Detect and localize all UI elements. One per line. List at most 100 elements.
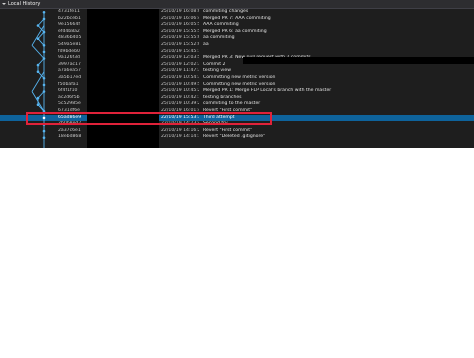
commit-node [36,70,40,73]
commit-node [42,57,46,60]
commit-message: Committing new metric version [203,74,276,80]
commit-hash: efd4b8a2 [58,28,80,34]
commit-node [42,83,46,87]
commit-date: 22/10/19 14:16:26 [161,127,199,133]
commit-list: 4731fe11 25/10/19 16:08:07 commiting chang… [0,9,474,141]
redacted-region [243,57,474,64]
commit-message: Revert "Deleted .gitignore" [203,134,266,140]
commit-node [42,30,46,34]
commit-node [42,116,46,120]
commit-message: testing branches [203,94,242,100]
commit-message: Revert "First commit" [203,127,253,133]
commit-message: Third attempt [203,114,235,120]
commit-message: Merged PR 6: aa commiting [203,28,267,34]
commit-node [42,50,46,54]
commit-node [42,11,46,14]
graph-branch-edge [37,18,45,26]
commit-row[interactable]: b22bceb1 25/10/19 16:06:48 Merged PR 7: AA… [0,16,474,23]
commit-node [42,90,46,93]
commit-row[interactable]: efd4b8a2 25/10/19 15:55:50 Merged PR 6: aa… [0,29,474,36]
commit-message: testing view [203,68,231,74]
graph-branch-edge [31,25,45,46]
commit-node [42,17,46,21]
commit-row[interactable]: 549a5e81 25/10/19 15:52:06 aa [0,42,474,49]
commit-date: 25/10/19 10:54:31 [161,74,199,80]
commit-message [203,49,443,56]
commit-row[interactable]: 3a5b17ed 25/10/19 10:54:31 Committing new … [0,75,474,82]
commit-hash: 4731fe11 [58,9,80,14]
commit-row[interactable]: a7a6ea57 25/10/19 11:47:34 testing view [0,68,474,75]
commit-node [42,110,46,113]
commit-node [42,77,46,80]
commit-date: 25/10/19 15:45:11 [161,48,199,54]
panel-header[interactable]: Local History [0,0,474,9]
commit-row[interactable]: fd9bdeb0 25/10/19 15:45:11 [0,49,474,56]
redacted-author-column [87,9,159,148]
commit-node [42,136,46,139]
commit-row[interactable]: 4836b405 25/10/19 15:55:04 aa commiting [0,35,474,42]
commit-hash: fd9bdeb0 [58,48,80,54]
commit-hash: 2b0b8ed7 [58,121,82,127]
commit-node [36,96,40,100]
commit-node [42,44,46,47]
commit-node [36,37,40,40]
commit-date: 22/10/19 14:14:16 [161,134,199,140]
commit-message: Revert "First commit" [203,107,253,113]
commit-hash: 6f4f1f10 [58,88,78,94]
commit-message: Merged PR 1: Merge FLP Local's branch wi… [203,88,332,94]
commit-date: 25/10/19 16:05:56 [161,22,199,28]
commit-hash: 3997ac17 [58,61,81,67]
commit-message: AAA commiting [203,22,239,28]
commit-date: 22/10/19 16:01:41 [161,107,199,113]
graph-branch-edge [37,91,45,99]
commit-hash: 9e15664f [58,22,80,28]
commit-hash: 549a5e81 [58,41,82,47]
commit-date: 25/10/19 10:45:25 [161,88,199,94]
commit-date: 25/10/19 12:03:54 [161,55,199,61]
graph-branch-edge [31,91,45,112]
branch-graph [31,11,46,148]
panel-title: Local History [8,1,41,7]
commit-hash: ac2d6f5b [58,94,80,100]
commit-message: aa commiting [203,35,235,41]
graph-branch-edge [31,71,45,92]
commit-node [42,123,46,126]
commit-row[interactable]: ac2d6f5b 25/10/19 10:42:15 testing branche… [0,95,474,102]
commit-date: 25/10/19 16:06:48 [161,15,199,21]
commit-row[interactable]: 2a37c6e1 22/10/19 14:16:26 Revert "First c… [0,128,474,135]
commit-row[interactable]: 6f4f1f10 25/10/19 10:45:25 Merged PR 1: Me… [0,88,474,95]
commit-date: 25/10/19 16:08:07 [161,9,199,14]
commit-row[interactable]: 6731df6e 22/10/19 16:01:41 Revert "First c… [0,108,474,115]
commit-hash: 18ebd868 [58,134,82,140]
commit-row[interactable]: 4731fe11 25/10/19 16:08:07 commiting chang… [0,9,474,16]
commit-date: 25/10/19 10:49:51 [161,81,199,87]
commit-row-selected[interactable]: 65ad86e9 22/10/19 15:53:35 Third attempt [0,114,474,122]
chevron-down-icon[interactable] [2,3,6,5]
commit-message: Committing new metric version [203,81,276,87]
commit-hash: 65ad86e9 [58,114,82,120]
commit-date: 25/10/19 15:55:04 [161,35,199,41]
commit-row[interactable]: 9e15664f 25/10/19 16:05:56 AAA commiting [0,22,474,29]
commit-message: Merged PR 7: AAA commiting [203,15,271,21]
graph-branch-edge [37,58,45,66]
commit-hash: 9a126f3d [58,55,80,61]
commit-hash: f50bafa1 [58,81,79,87]
commit-hash: b22bceb1 [58,15,81,21]
commit-node [36,63,40,67]
commit-date: 25/10/19 15:55:50 [161,28,199,34]
commit-date: 22/10/19 14:23:42 [161,121,199,127]
commit-date: 22/10/19 15:53:35 [161,114,199,120]
commit-date: 25/10/19 11:47:34 [161,68,199,74]
graph-branch-edge [31,44,45,59]
commit-date: 25/10/19 10:39:28 [161,101,199,107]
commit-message: Second try [203,121,228,127]
commit-row[interactable]: f50bafa1 25/10/19 10:49:51 Committing new … [0,82,474,89]
commit-date: 25/10/19 12:02:35 [161,61,199,67]
commit-message: aa [203,41,209,47]
commit-node [36,24,40,27]
commit-row[interactable]: 5c52985e 25/10/19 10:39:28 commiting to th… [0,101,474,108]
commit-hash: a7a6ea57 [58,68,81,74]
commit-row[interactable]: 18ebd868 22/10/19 14:14:16 Revert "Deleted… [0,134,474,141]
commit-hash: 5c52985e [58,101,81,107]
commit-row[interactable]: 2b0b8ed7 22/10/19 14:23:42 Second try [0,121,474,128]
